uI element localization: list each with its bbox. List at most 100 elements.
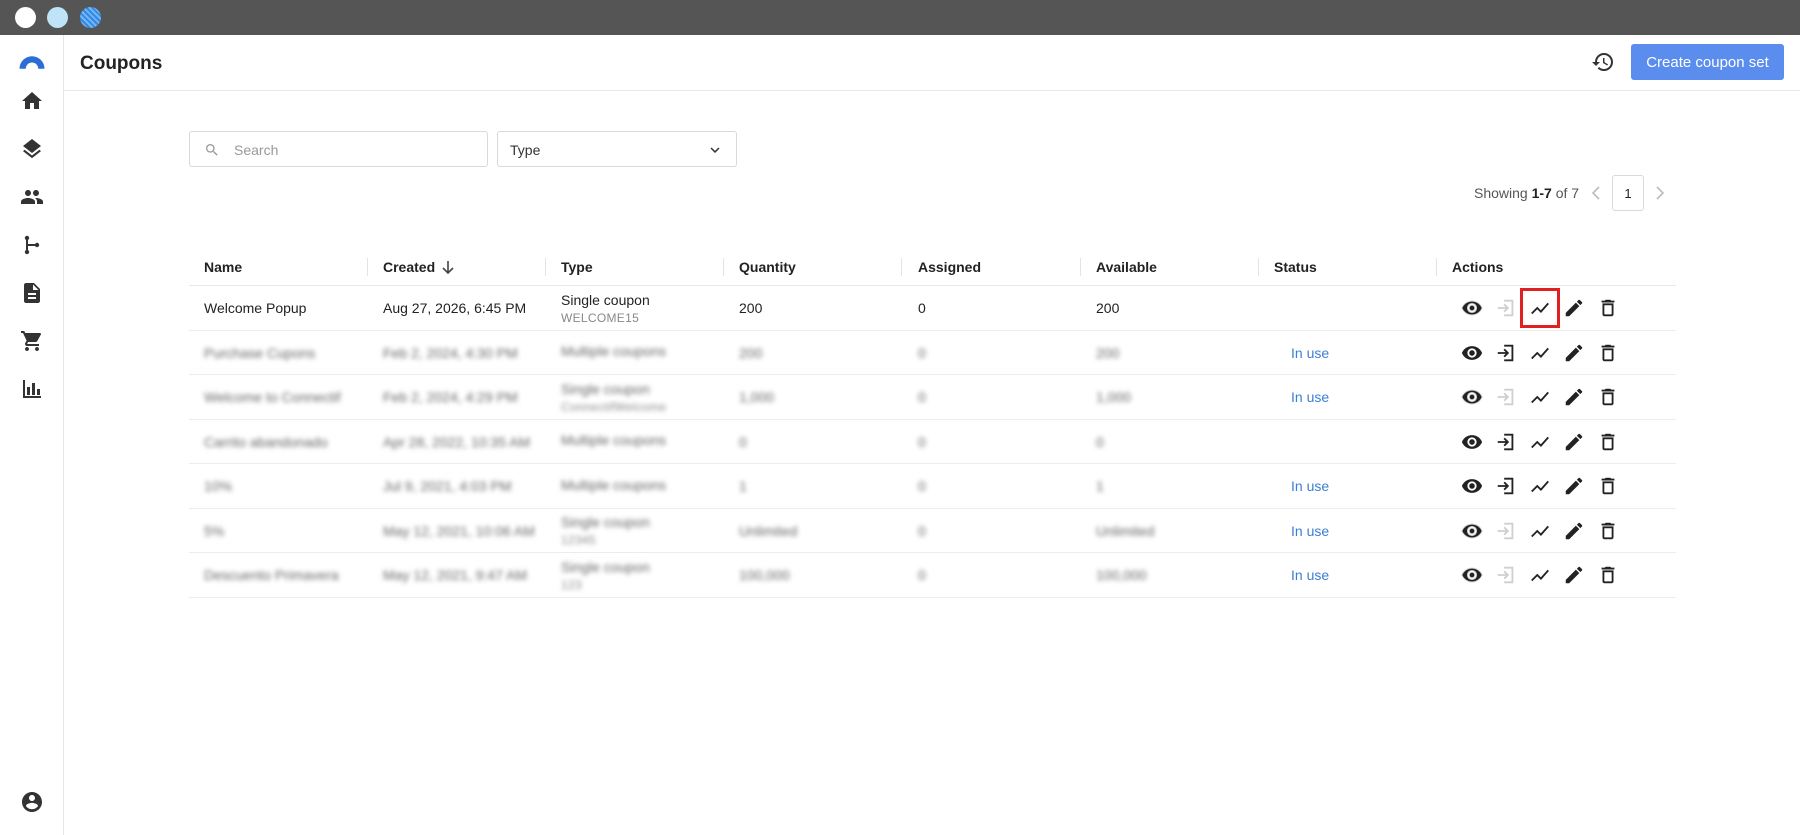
sidebar-item-workflows[interactable] [17,230,47,260]
coupon-type-label: Multiple coupons [561,476,667,493]
available: 200 [1096,300,1120,316]
type-filter-select[interactable]: Type [497,131,737,167]
table-row-4[interactable]: Carrito abandonado Apr 28, 2022, 10:35 A… [189,420,1676,464]
available: 1,000 [1096,389,1132,405]
coupon-type: Multiple coupons [561,420,666,464]
coupon-type-label: Single coupon [561,514,650,530]
eye-icon [1461,300,1483,316]
assign-button[interactable] [1489,514,1523,548]
flow-icon [24,235,40,255]
edit-button[interactable] [1557,469,1591,503]
edit-button[interactable] [1557,336,1591,370]
assign-button[interactable] [1489,380,1523,414]
available: 1 [1096,478,1104,494]
table-body: Welcome Popup Aug 27, 2026, 6:45 PM Sing… [189,286,1676,598]
created-date: Feb 2, 2024, 4:30 PM [383,344,518,361]
coupon-code: 123 [561,577,582,592]
sidebar-item-content[interactable] [17,278,47,308]
view-button[interactable] [1455,336,1489,370]
table-row-7[interactable]: Descuento Primavera May 12, 2021, 9:47 A… [189,553,1676,598]
delete-button[interactable] [1591,469,1625,503]
previous-page-button[interactable] [1589,183,1603,203]
assign-button[interactable] [1489,425,1523,459]
coupon-type-label: Single coupon [561,558,650,575]
stats-button[interactable] [1523,380,1557,414]
delete-button[interactable] [1591,425,1625,459]
quantity: 1 [739,478,747,494]
window-maximize-button[interactable] [80,7,101,28]
stats-button[interactable] [1520,288,1560,328]
sidebar-item-contacts[interactable] [17,182,47,212]
delete-button[interactable] [1591,336,1625,370]
table-row-5[interactable]: 10% Jul 9, 2021, 4:03 PM Multiple coupon… [189,464,1676,509]
delete-button[interactable] [1591,514,1625,548]
table-row-2[interactable]: Purchase Cupons Feb 2, 2024, 4:30 PM Mul… [189,331,1676,375]
edit-button[interactable] [1557,291,1591,325]
window-close-button[interactable] [15,7,36,28]
column-header-type[interactable]: Type [561,248,593,286]
table-row-1[interactable]: Welcome Popup Aug 27, 2026, 6:45 PM Sing… [189,286,1676,331]
page-number-button[interactable]: 1 [1612,175,1644,211]
edit-button[interactable] [1557,514,1591,548]
sidebar-item-home[interactable] [17,86,47,116]
assign-button[interactable] [1489,469,1523,503]
delete-icon [1601,344,1615,361]
delete-button[interactable] [1591,558,1625,592]
sidebar-item-analytics[interactable] [17,374,47,404]
available: 100,000 [1096,567,1147,583]
layers-icon [23,139,41,159]
search-input[interactable] [234,139,474,161]
edit-button[interactable] [1557,558,1591,592]
view-button[interactable] [1455,291,1489,325]
eye-icon [1461,479,1483,493]
stats-button[interactable] [1523,425,1557,459]
history-button[interactable] [1589,48,1617,76]
quantity: 1,000 [739,389,775,405]
view-button[interactable] [1455,514,1489,548]
stats-button[interactable] [1523,469,1557,503]
home-icon [22,92,42,109]
row-actions [1455,331,1625,375]
sidebar-item-layers[interactable] [17,134,47,164]
next-page-button[interactable] [1653,183,1667,203]
trend-icon [1531,436,1549,448]
sort-arrow-down-icon [442,261,454,274]
edit-button[interactable] [1557,425,1591,459]
view-button[interactable] [1455,380,1489,414]
column-header-quantity[interactable]: Quantity [739,248,796,286]
sidebar-item-store[interactable] [17,326,47,356]
window-minimize-button[interactable] [47,7,68,28]
create-coupon-set-button[interactable]: Create coupon set [1631,44,1784,80]
column-header-assigned[interactable]: Assigned [918,248,981,286]
window-titlebar [0,0,1800,35]
assign-button[interactable] [1489,336,1523,370]
delete-button[interactable] [1591,380,1625,414]
stats-button[interactable] [1523,558,1557,592]
assign-icon [1497,299,1514,317]
assign-button[interactable] [1489,558,1523,592]
sidebar-item-account[interactable] [17,787,47,817]
search-box[interactable] [189,131,488,167]
delete-button[interactable] [1591,291,1625,325]
coupon-name: Carrito abandonado [204,433,328,450]
column-header-name[interactable]: Name [204,248,242,286]
document-icon [24,283,40,303]
stats-button[interactable] [1523,514,1557,548]
assign-button[interactable] [1489,291,1523,325]
stats-button[interactable] [1523,336,1557,370]
people-icon [21,190,43,204]
table-row-3[interactable]: Welcome to Connectif Feb 2, 2024, 4:29 P… [189,375,1676,420]
table-row-6[interactable]: 5% May 12, 2021, 10:06 AM Single coupon … [189,509,1676,553]
view-button[interactable] [1455,558,1489,592]
delete-icon [1601,299,1615,317]
edit-button[interactable] [1557,380,1591,414]
available: 0 [1096,433,1104,450]
view-button[interactable] [1455,469,1489,503]
column-header-created[interactable]: Created [383,248,455,286]
column-header-available[interactable]: Available [1096,248,1157,286]
edit-icon [1565,344,1583,361]
quantity: 0 [739,433,747,450]
view-button[interactable] [1455,425,1489,459]
coupon-type: Single coupon WELCOME15 [561,286,650,330]
logo-icon[interactable] [17,45,47,75]
